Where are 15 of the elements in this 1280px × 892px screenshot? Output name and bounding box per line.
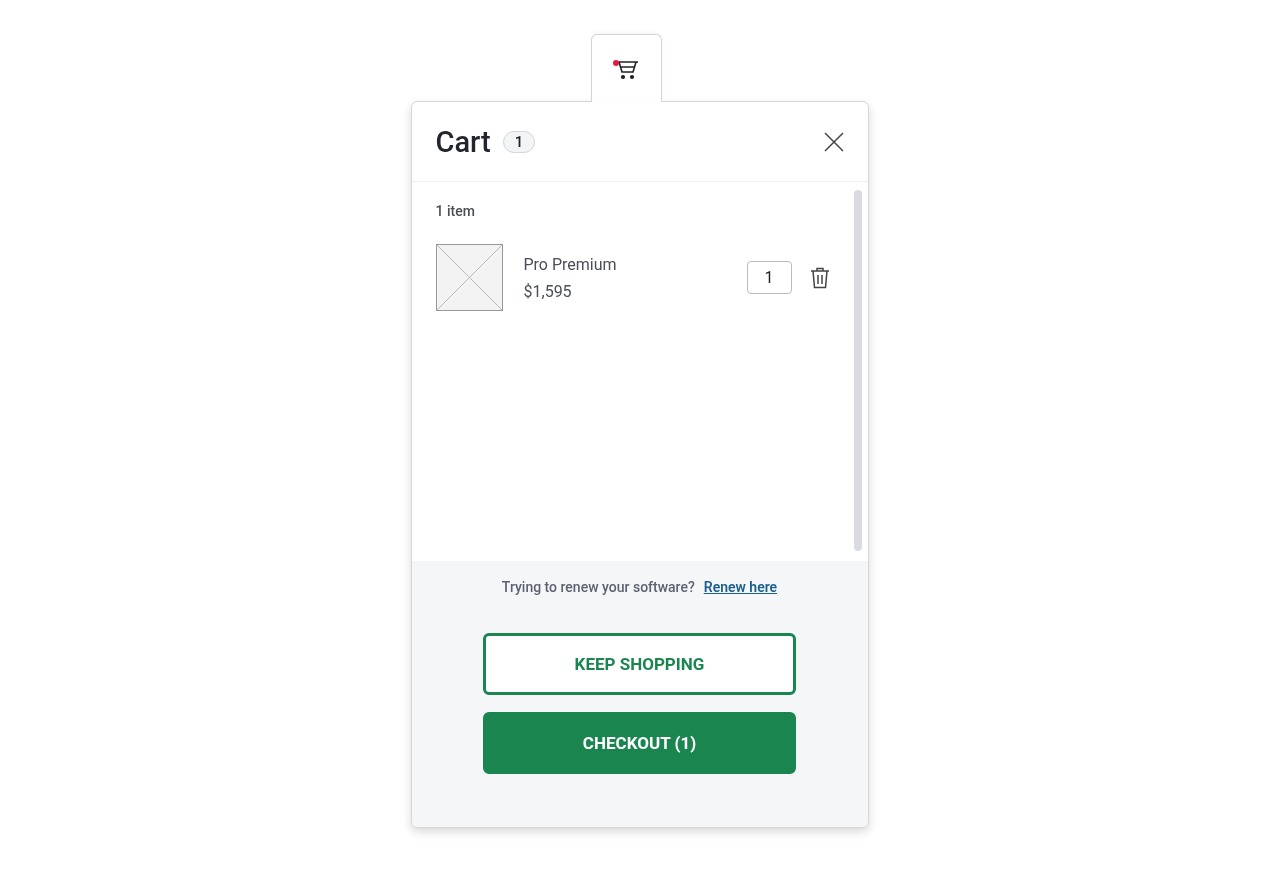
product-name: Pro Premium xyxy=(523,254,618,274)
renew-prompt: Trying to renew your software? xyxy=(501,579,695,595)
close-button[interactable] xyxy=(823,131,844,152)
product-price: $1,595 xyxy=(523,281,573,301)
quantity-field[interactable]: 1 xyxy=(746,261,792,294)
delete-button[interactable] xyxy=(809,266,830,289)
item-count: 1 item xyxy=(435,203,476,219)
scrollbar[interactable] xyxy=(853,190,862,551)
renew-link[interactable]: Renew here xyxy=(703,579,778,595)
image-placeholder-icon xyxy=(435,244,503,311)
checkout-button[interactable]: CHECKOUT (1) xyxy=(483,712,796,774)
cart-tab[interactable] xyxy=(591,34,662,102)
keep-shopping-button[interactable]: KEEP SHOPPING xyxy=(483,633,796,695)
item-count-badge: 1 xyxy=(502,130,536,153)
cart-title: Cart xyxy=(435,124,491,159)
